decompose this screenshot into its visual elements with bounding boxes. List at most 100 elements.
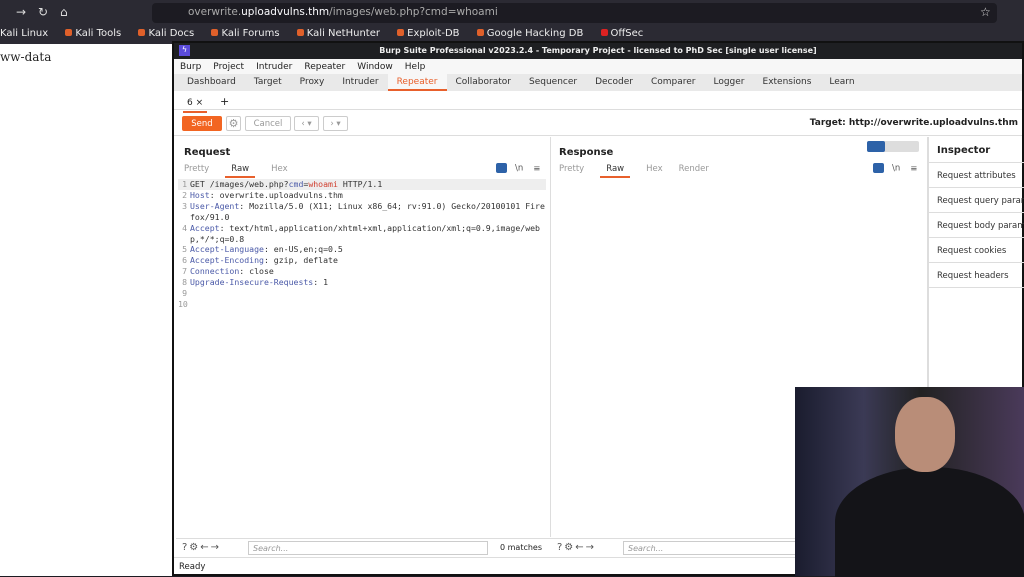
menu-intruder[interactable]: Intruder <box>256 62 292 72</box>
tab-comparer[interactable]: Comparer <box>642 74 705 91</box>
line-content: GET /images/web.php?cmd=whoami HTTP/1.1 <box>190 179 382 190</box>
search-controls[interactable]: ?⚙←→ <box>182 542 221 553</box>
tab-learn[interactable]: Learn <box>820 74 863 91</box>
response-tab-hex[interactable]: Hex <box>646 164 663 178</box>
forward-icon[interactable]: → <box>16 5 26 19</box>
request-line: 5 Accept-Language: en-US,en;q=0.5 <box>178 244 546 255</box>
line-content: Connection: close <box>190 266 274 277</box>
back-history-button[interactable]: ‹ ▾ <box>294 116 319 131</box>
request-line: 6 Accept-Encoding: gzip, deflate <box>178 255 546 266</box>
request-tab-hex[interactable]: Hex <box>271 164 288 178</box>
bookmark-label: Kali Forums <box>221 28 280 39</box>
menu-window[interactable]: Window <box>357 62 393 72</box>
header-name: Host <box>190 189 210 200</box>
request-search-input[interactable]: Search... <box>248 541 488 555</box>
header-name: Upgrade-Insecure-Requests <box>190 277 314 288</box>
tab-logger[interactable]: Logger <box>704 74 753 91</box>
line-rest: : close <box>239 266 274 277</box>
menu-icon[interactable]: ≡ <box>910 164 917 174</box>
url-bar[interactable]: overwrite.uploadvulns.thm/images/web.php… <box>152 3 997 23</box>
menu-help[interactable]: Help <box>405 62 426 72</box>
bookmark-label: OffSec <box>610 28 644 39</box>
url-prefix: overwrite. <box>188 6 242 18</box>
cancel-button[interactable]: Cancel <box>245 116 291 131</box>
browser-toolbar: → ↻ ⌂ overwrite.uploadvulns.thm/images/w… <box>0 0 1024 25</box>
bookmark[interactable]: OffSec <box>600 28 644 39</box>
tab-repeater[interactable]: Repeater <box>387 74 447 91</box>
menu-repeater[interactable]: Repeater <box>304 62 345 72</box>
tab-dashboard[interactable]: Dashboard <box>178 74 245 91</box>
request-line: 9 <box>178 288 546 299</box>
inspector-body-parameters[interactable]: Request body parameters <box>929 213 1024 238</box>
tab-proxy[interactable]: Proxy <box>291 74 334 91</box>
settings-gear-icon[interactable]: ⚙ <box>226 116 241 131</box>
wrap-lines-icon[interactable] <box>873 163 884 173</box>
response-tab-raw[interactable]: Raw <box>600 164 631 178</box>
response-tab-render[interactable]: Render <box>679 164 709 178</box>
inspector-request-attributes[interactable]: Request attributes <box>929 163 1024 188</box>
request-search-bar: ?⚙←→ Search... 0 matches <box>176 538 551 556</box>
menu-project[interactable]: Project <box>213 62 244 72</box>
request-tab-raw[interactable]: Raw <box>225 164 256 178</box>
tab-target[interactable]: Target <box>245 74 291 91</box>
newline-toggle[interactable]: \n <box>515 164 523 174</box>
wrap-lines-icon[interactable] <box>496 163 507 173</box>
bookmark[interactable]: Kali Linux <box>0 28 48 39</box>
request-line: 3 User-Agent: Mozilla/5.0 (X11; Linux x86… <box>178 201 546 223</box>
bookmark[interactable]: Google Hacking DB <box>476 28 583 39</box>
line-content: User-Agent: Mozilla/5.0 (X11; Linux x86_… <box>190 201 546 223</box>
target-label[interactable]: Target: http://overwrite.uploadvulns.thm <box>810 118 1018 128</box>
matches-count: 0 matches <box>500 543 543 552</box>
line-rest: : gzip, deflate <box>263 255 338 266</box>
request-line: 10 <box>178 299 546 310</box>
layout-toggle[interactable] <box>867 141 919 152</box>
line-number: 6 <box>182 255 187 266</box>
send-button[interactable]: Send <box>182 116 222 131</box>
menu-burp[interactable]: Burp <box>180 62 201 72</box>
newline-toggle[interactable]: \n <box>892 164 900 174</box>
tab-decoder[interactable]: Decoder <box>586 74 642 91</box>
search-controls[interactable]: ?⚙←→ <box>557 542 596 553</box>
bookmark[interactable]: Kali NetHunter <box>296 28 380 39</box>
bookmark[interactable]: Kali Tools <box>65 28 121 39</box>
line-rest: : overwrite.uploadvulns.thm <box>209 189 343 200</box>
request-line: 2 Host: overwrite.uploadvulns.thm <box>178 190 546 201</box>
request-editor[interactable]: 1 GET /images/web.php?cmd=whoami HTTP/1.1… <box>178 179 546 310</box>
menu-bar: Burp Project Intruder Repeater Window Help <box>174 59 1022 74</box>
window-title: Burp Suite Professional v2023.2.4 - Temp… <box>379 46 817 55</box>
header-name: Accept-Encoding <box>190 255 264 266</box>
add-tab-button[interactable]: + <box>220 95 229 108</box>
line-number: 9 <box>182 288 187 299</box>
url-path: /images/web.php?cmd=whoami <box>329 6 498 18</box>
inspector-cookies[interactable]: Request cookies <box>929 238 1024 263</box>
request-title: Request <box>184 147 231 158</box>
request-tab-pretty[interactable]: Pretty <box>184 164 209 178</box>
bookmark[interactable]: Kali Forums <box>211 28 280 39</box>
line-number: 10 <box>178 298 188 309</box>
tab-intruder[interactable]: Intruder <box>333 74 387 91</box>
tab-sequencer[interactable]: Sequencer <box>520 74 586 91</box>
inspector-headers[interactable]: Request headers <box>929 263 1024 288</box>
bookmark-icon <box>211 29 219 36</box>
forward-history-button[interactable]: › ▾ <box>323 116 348 131</box>
line-content: Accept-Language: en-US,en;q=0.5 <box>190 244 343 255</box>
line-number: 5 <box>182 244 187 255</box>
response-tab-pretty[interactable]: Pretty <box>559 164 584 178</box>
bookmark-star-icon[interactable]: ☆ <box>980 5 991 19</box>
tab-collaborator[interactable]: Collaborator <box>447 74 520 91</box>
bookmark-icon <box>65 29 73 36</box>
split-layout-icon[interactable] <box>867 141 885 152</box>
bookmark[interactable]: Kali Docs <box>138 28 194 39</box>
line-rest: : 1 <box>313 277 329 288</box>
bookmark[interactable]: Exploit-DB <box>397 28 460 39</box>
request-panel: Request Pretty Raw Hex \n ≡ 1 GET /images/… <box>176 137 551 537</box>
tab-extensions[interactable]: Extensions <box>754 74 821 91</box>
repeater-tabs: 6 × + <box>174 91 1022 113</box>
menu-icon[interactable]: ≡ <box>533 164 540 174</box>
inspector-query-parameters[interactable]: Request query parameters <box>929 188 1024 213</box>
page-output: ww-data <box>0 50 52 64</box>
home-icon[interactable]: ⌂ <box>60 5 68 19</box>
reload-icon[interactable]: ↻ <box>38 5 48 19</box>
request-line: 4 Accept: text/html,application/xhtml+xml… <box>178 223 546 245</box>
line-number: 7 <box>182 266 187 277</box>
